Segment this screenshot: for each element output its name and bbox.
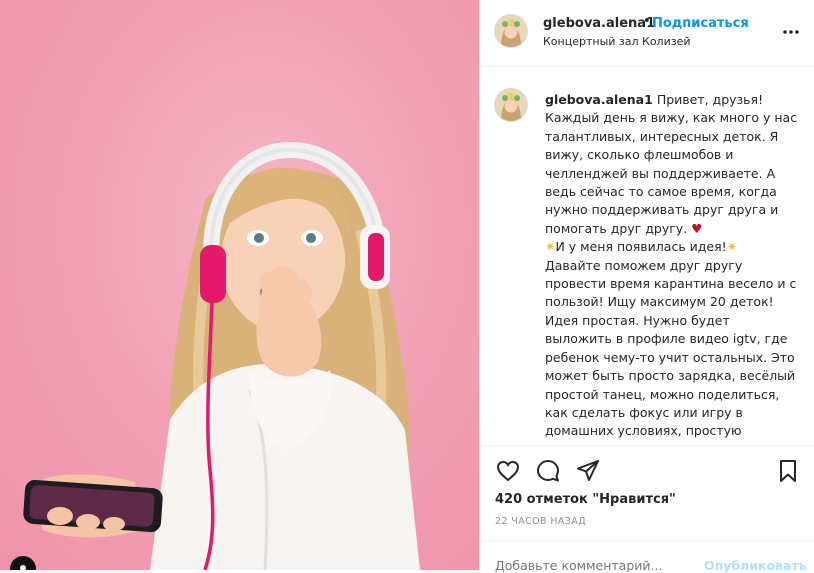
comment-bar: Опубликовать [480, 540, 814, 573]
caption-section: glebova.alena1 Привет, друзья! Каждый ден… [480, 67, 814, 445]
bookmark-icon[interactable] [775, 458, 801, 484]
post-photo[interactable] [0, 0, 479, 570]
caption-intro: Привет, друзья! [656, 92, 764, 107]
avatar-image [495, 15, 527, 47]
likes-count[interactable]: 420 отметок "Нравится" [495, 492, 676, 507]
actions-section: 420 отметок "Нравится" 22 ЧАСОВ НАЗАД [480, 445, 814, 541]
sparkle-emoji-icon: ✷ [726, 239, 738, 255]
heart-emoji-icon: ♥ [691, 220, 703, 236]
post-panel: glebova.alena1 • Подписаться Концертный … [479, 0, 814, 573]
caption-avatar[interactable] [495, 89, 527, 121]
comment-icon[interactable] [535, 458, 561, 484]
more-horizontal-icon[interactable] [781, 22, 801, 42]
caption-username[interactable]: glebova.alena1 [545, 92, 653, 107]
paper-plane-icon[interactable] [575, 458, 601, 484]
caption-paragraph-1: Каждый день я вижу, как много у нас тала… [545, 110, 798, 236]
photo-illustration [23, 141, 420, 570]
caption-paragraph-2: Давайте поможем друг другу провести врем… [545, 257, 797, 445]
caption-idea-line: И у меня появилась идея! [555, 239, 727, 255]
post-timestamp[interactable]: 22 ЧАСОВ НАЗАД [495, 516, 586, 527]
header-username[interactable]: glebova.alena1 [543, 16, 655, 31]
comment-input[interactable] [495, 558, 695, 573]
heart-icon[interactable] [495, 458, 521, 484]
header-separator: • [643, 14, 651, 29]
post-header: glebova.alena1 • Подписаться Концертный … [480, 0, 814, 67]
avatar-image [495, 89, 527, 121]
caption-text: glebova.alena1 Привет, друзья! Каждый ден… [545, 91, 798, 445]
sparkle-emoji-icon: ✷ [545, 239, 556, 255]
post-comment-button[interactable]: Опубликовать [704, 558, 807, 573]
location-link[interactable]: Концертный зал Колизей [543, 35, 691, 48]
follow-button[interactable]: Подписаться [652, 16, 749, 31]
avatar[interactable] [495, 15, 527, 47]
